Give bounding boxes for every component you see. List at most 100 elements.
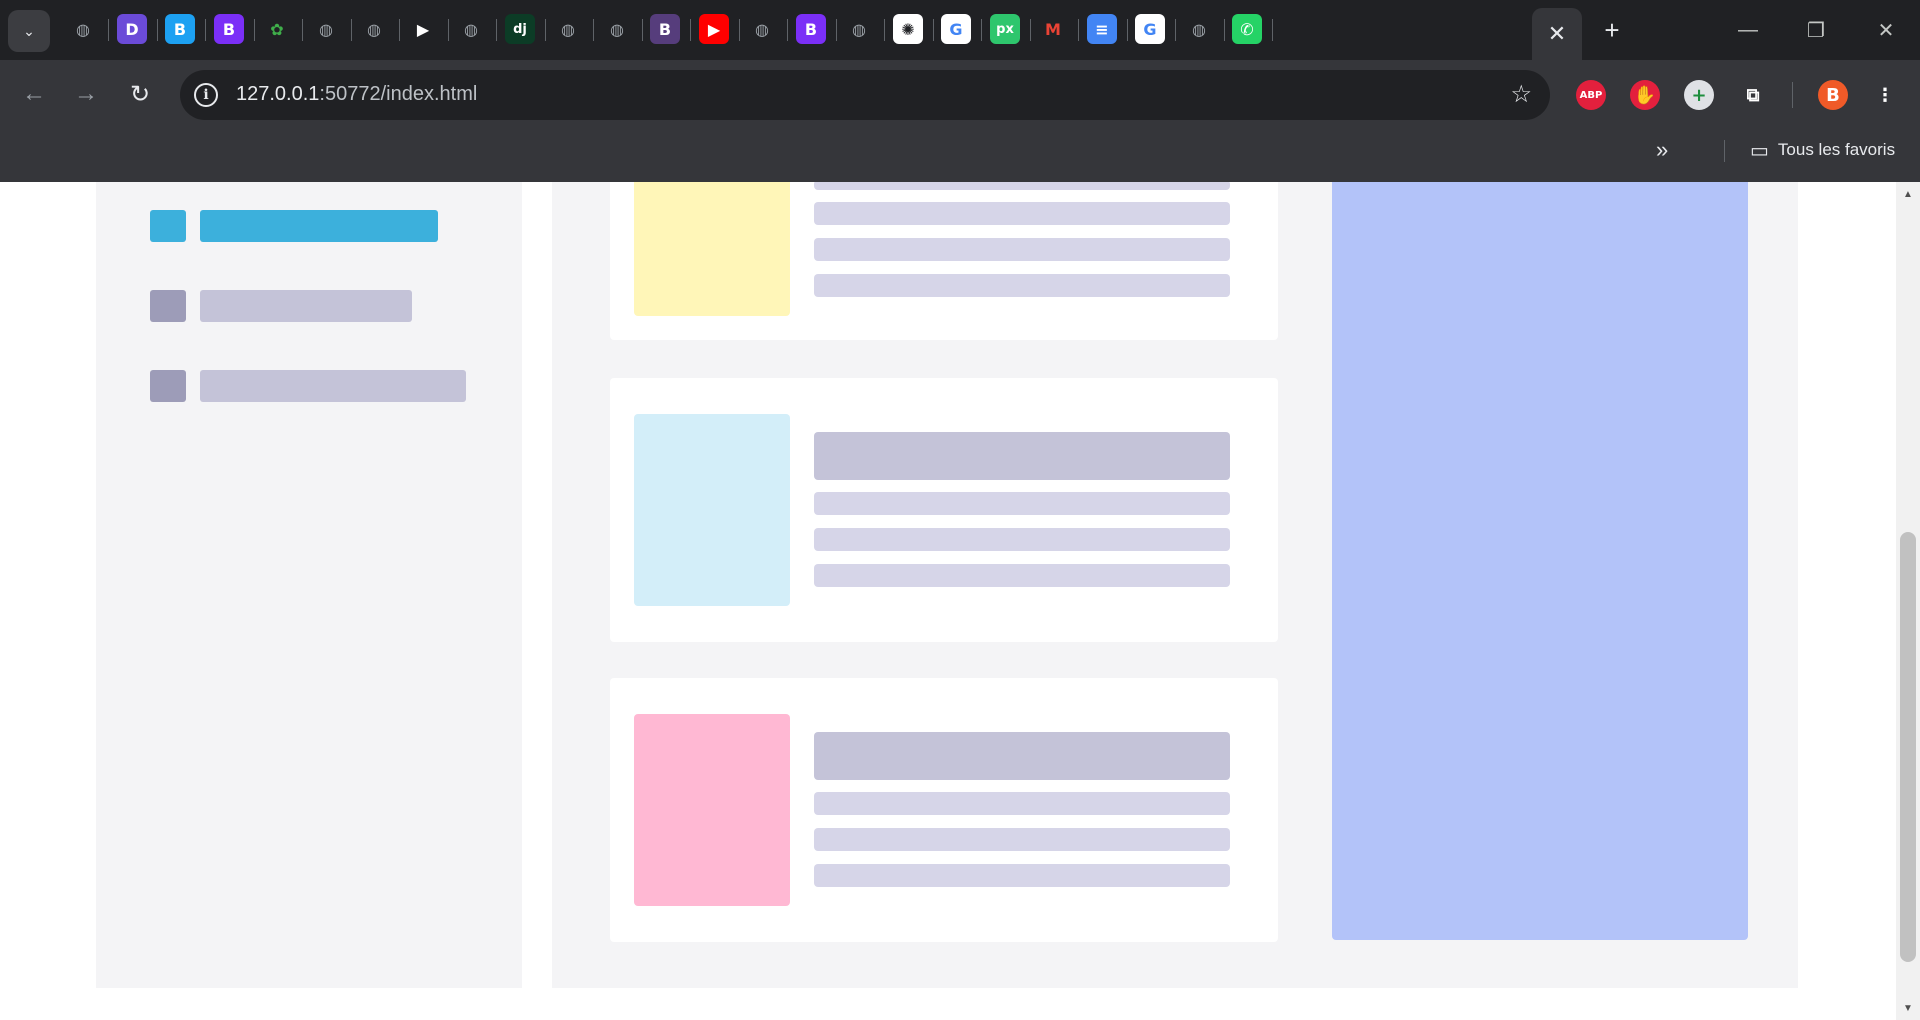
site-info-icon[interactable]: i: [194, 83, 218, 107]
bootstrap-icon[interactable]: B: [796, 14, 826, 44]
tab-separator: [593, 19, 594, 41]
stop-hand-icon[interactable]: ✋: [1630, 80, 1660, 110]
chevron-down-icon: ⌄: [23, 22, 35, 39]
card-text-line: [814, 182, 1230, 190]
tab-separator: [690, 19, 691, 41]
close-icon[interactable]: ✕: [1548, 21, 1566, 47]
sidebar-item-icon[interactable]: [150, 370, 186, 402]
content-card[interactable]: [610, 182, 1278, 340]
globe-icon[interactable]: ◍: [602, 14, 632, 44]
tab-separator: [302, 19, 303, 41]
tab-separator: [1224, 19, 1225, 41]
google-icon[interactable]: G: [941, 14, 971, 44]
card-text-line: [814, 492, 1230, 515]
globe-icon[interactable]: ◍: [456, 14, 486, 44]
django-icon[interactable]: dj: [505, 14, 535, 44]
tab-separator: [933, 19, 934, 41]
globe-icon[interactable]: ◍: [68, 14, 98, 44]
scrollbar-thumb[interactable]: [1900, 532, 1916, 962]
reload-button[interactable]: ↻: [124, 78, 156, 110]
add-circle-icon[interactable]: +: [1684, 80, 1714, 110]
globe-icon[interactable]: ◍: [844, 14, 874, 44]
tab-separator: [739, 19, 740, 41]
tab-separator: [351, 19, 352, 41]
profile-avatar-icon[interactable]: B: [1818, 80, 1848, 110]
card-title-line: [814, 432, 1230, 480]
tab-separator: [836, 19, 837, 41]
globe-icon[interactable]: ◍: [747, 14, 777, 44]
arrow-right-icon: →: [74, 80, 98, 107]
pixabay-icon[interactable]: px: [990, 14, 1020, 44]
url-text[interactable]: 127.0.0.1:50772/index.html: [236, 83, 477, 106]
play-icon[interactable]: ▶: [408, 14, 438, 44]
tab-separator: [1078, 19, 1079, 41]
gmail-icon[interactable]: M: [1038, 14, 1068, 44]
sidebar-item[interactable]: [200, 370, 466, 402]
card-text-line: [814, 528, 1230, 551]
card-text-line: [814, 564, 1230, 587]
globe-icon[interactable]: ◍: [553, 14, 583, 44]
card-title-line: [814, 732, 1230, 780]
adblock-plus-icon[interactable]: ABP: [1576, 80, 1606, 110]
leaf-icon[interactable]: ✿: [262, 14, 292, 44]
google-icon[interactable]: G: [1135, 14, 1165, 44]
tab-separator: [545, 19, 546, 41]
main-content: [552, 182, 1798, 988]
toolbar-divider: [1792, 82, 1793, 108]
arrow-left-icon: ←: [22, 80, 46, 107]
sidebar-item-active[interactable]: [200, 210, 438, 242]
sidebar-item[interactable]: [200, 290, 412, 322]
youtube-icon[interactable]: ▶: [699, 14, 729, 44]
bootstrap-blue-icon[interactable]: B: [165, 14, 195, 44]
tab-separator: [496, 19, 497, 41]
new-tab-button[interactable]: +: [1596, 14, 1628, 46]
card-thumbnail: [634, 714, 790, 906]
active-tab[interactable]: ✕: [1532, 8, 1582, 60]
tab-separator: [205, 19, 206, 41]
window-close-button[interactable]: ✕: [1866, 12, 1906, 48]
tab-separator: [1272, 19, 1273, 41]
scroll-down-arrow-icon[interactable]: ▼: [1902, 1002, 1914, 1014]
bootstrap-icon[interactable]: B: [214, 14, 244, 44]
tab-strip: ⌄ ◍ D B B ✿ ◍ ◍ ▶ ◍ dj ◍ ◍ B ▶ ◍ B ◍ ✺ Gpx M ≡ G ◍ ✆ ✕ + — ❐ ✕: [0, 0, 1920, 60]
tab-separator: [981, 19, 982, 41]
card-text-line: [814, 792, 1230, 815]
browser-chrome: ⌄ ◍ D B B ✿ ◍ ◍ ▶ ◍ dj ◍ ◍ B ▶ ◍ B ◍ ✺ Gpx M ≡ G ◍ ✆ ✕ + — ❐ ✕ …: [0, 0, 1920, 289]
tab-separator: [254, 19, 255, 41]
globe-icon[interactable]: ◍: [311, 14, 341, 44]
sidebar-item-icon-active[interactable]: [150, 210, 186, 242]
minimize-button[interactable]: —: [1728, 12, 1768, 48]
sidebar-item-icon[interactable]: [150, 290, 186, 322]
bookmarks-overflow-button[interactable]: »: [1656, 137, 1668, 162]
puzzle-icon[interactable]: ⧉: [1738, 80, 1768, 110]
content-card[interactable]: [610, 378, 1278, 642]
all-bookmarks-folder[interactable]: ▭ Tous les favoris: [1750, 138, 1895, 162]
back-button[interactable]: ←: [18, 78, 50, 110]
address-bar[interactable]: i 127.0.0.1:50772/index.html ☆: [180, 70, 1550, 120]
card-text-line: [814, 238, 1230, 261]
tab-separator: [787, 19, 788, 41]
tab-search-button[interactable]: ⌄: [8, 10, 50, 52]
tab-separator: [884, 19, 885, 41]
whatsapp-icon[interactable]: ✆: [1232, 14, 1262, 44]
restore-button[interactable]: ❐: [1796, 12, 1836, 48]
scroll-up-arrow-icon[interactable]: ▲: [1902, 188, 1914, 200]
bootstrap-dark-icon[interactable]: B: [650, 14, 680, 44]
tab-separator: [448, 19, 449, 41]
reload-icon: ↻: [129, 80, 151, 108]
menu-kebab-icon[interactable]: ⋮: [1870, 80, 1900, 110]
google-docs-icon[interactable]: ≡: [1087, 14, 1117, 44]
aside-panel: [1332, 182, 1748, 940]
tab-separator: [157, 19, 158, 41]
card-text-line: [814, 864, 1230, 887]
globe-icon[interactable]: ◍: [359, 14, 389, 44]
chatgpt-icon[interactable]: ✺: [893, 14, 923, 44]
page-scrollbar[interactable]: ▲ ▼: [1896, 182, 1920, 1020]
forward-button[interactable]: →: [70, 78, 102, 110]
content-card[interactable]: [610, 678, 1278, 942]
card-text-line: [814, 828, 1230, 851]
clockify-icon[interactable]: D: [117, 14, 147, 44]
card-thumbnail: [634, 182, 790, 316]
bookmark-star-icon[interactable]: ☆: [1510, 80, 1532, 109]
globe-icon[interactable]: ◍: [1184, 14, 1214, 44]
